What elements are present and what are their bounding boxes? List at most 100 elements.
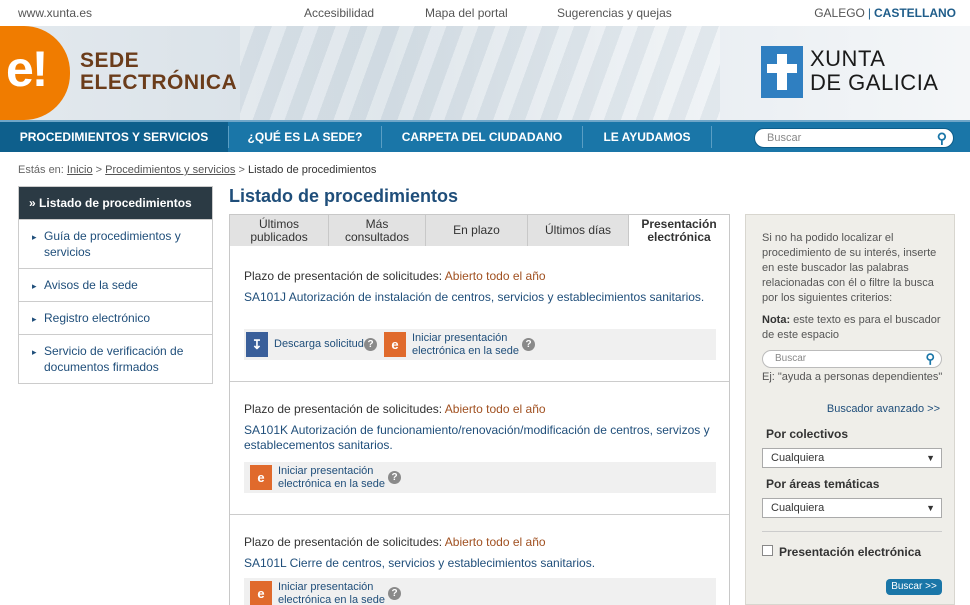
list-item: Plazo de presentación de solicitudes: Ab…: [230, 382, 729, 515]
sidebar-item-guia[interactable]: ▸ Guía de procedimientos y servicios: [19, 219, 212, 268]
lang-galego-link[interactable]: GALEGO: [814, 6, 865, 20]
checkbox-label[interactable]: Presentación electrónica: [779, 545, 921, 559]
search-help-text: Si no ha podido localizar el procedimien…: [762, 232, 937, 304]
logo-line2: ELECTRÓNICA: [80, 71, 238, 94]
tab-label: consultados: [344, 229, 410, 244]
header-banner: e! SEDE ELECTRÓNICA XUNTA DE GALICIA: [0, 26, 970, 120]
tab-label: En plazo: [453, 223, 500, 237]
sidebar-item-label: Registro electrónico: [44, 311, 151, 325]
note-label: Nota:: [762, 314, 791, 326]
help-icon[interactable]: ?: [388, 471, 401, 484]
panel-divider: [762, 531, 942, 532]
actions-bar: e Iniciar presentación electrónica en la …: [244, 462, 716, 493]
header-decoration: [240, 26, 720, 120]
iniciar-line1: Iniciar presentación: [278, 580, 374, 593]
iniciar-line2: electrónica en la sede: [278, 593, 386, 605]
sidebar-item-label: Avisos de la sede: [44, 278, 138, 292]
iniciar-line2: electrónica en la sede: [278, 477, 386, 490]
help-icon[interactable]: ?: [364, 338, 377, 351]
iniciar-presentacion-button[interactable]: e Iniciar presentación electrónica en la …: [250, 465, 385, 490]
nav-carpeta-ciudadano[interactable]: CARPETA DEL CIUDADANO: [382, 122, 582, 152]
sidebar-item-registro[interactable]: ▸ Registro electrónico: [19, 301, 212, 334]
sidebar-item-verificacion[interactable]: ▸ Servicio de verificación de documentos…: [19, 334, 212, 383]
iniciar-presentacion-button[interactable]: e Iniciar presentación electrónica en la …: [384, 332, 519, 357]
sede-logo-icon[interactable]: e!: [0, 26, 70, 120]
page-title: Listado de procedimientos: [229, 186, 459, 206]
advanced-search-link[interactable]: Buscador avanzado >>: [827, 403, 940, 415]
colectivos-value: Cualquiera: [771, 452, 825, 464]
search-panel: Si no ha podido localizar el procedimien…: [745, 214, 955, 605]
descarga-solicitud-button[interactable]: ↧ Descarga solicitud: [246, 332, 364, 357]
sidebar-item-listado[interactable]: » Listado de procedimientos: [19, 187, 212, 219]
logo-mark: e!: [6, 41, 48, 97]
tab-label: publicados: [250, 229, 308, 244]
sugerencias-link[interactable]: Sugerencias y quejas: [557, 6, 672, 20]
actions-bar: ↧ Descarga solicitud ? e Iniciar present…: [244, 329, 716, 360]
sede-logo-text[interactable]: SEDE ELECTRÓNICA: [80, 50, 237, 94]
iniciar-line1: Iniciar presentación: [278, 464, 374, 477]
tab-bar: Últimos publicados Más consultados En plaz…: [229, 214, 730, 247]
iniciar-presentacion-button[interactable]: e Iniciar presentación electrónica en la …: [250, 581, 385, 605]
mapa-portal-link[interactable]: Mapa del portal: [425, 6, 508, 20]
iniciar-label: Iniciar presentación electrónica en la se…: [278, 465, 385, 491]
areas-select[interactable]: Cualquiera ▼: [762, 498, 942, 518]
help-icon[interactable]: ?: [388, 587, 401, 600]
dropdown-arrow-icon: ▼: [926, 453, 935, 463]
actions-bar: e Iniciar presentación electrónica en la …: [244, 578, 716, 605]
procedure-link[interactable]: SA101J Autorización de instalación de ce…: [244, 290, 724, 305]
nav-procedimientos[interactable]: PROCEDIMIENTOS Y SERVICIOS: [0, 122, 228, 152]
procedure-link[interactable]: SA101L Cierre de centros, servicios y es…: [244, 556, 724, 571]
bullet-icon: ▸: [32, 314, 37, 324]
double-chevron-icon: »: [29, 196, 36, 210]
panel-search-input[interactable]: Buscar ⚲: [762, 350, 942, 368]
tab-presentacion-electronica[interactable]: Presentación electrónica: [628, 214, 730, 247]
search-icon[interactable]: ⚲: [925, 351, 935, 367]
plazo-text: Plazo de presentación de solicitudes: Ab…: [244, 269, 546, 283]
areas-value: Cualquiera: [771, 502, 825, 514]
xunta-line1: XUNTA: [810, 46, 886, 71]
plazo-text: Plazo de presentación de solicitudes: Ab…: [244, 535, 546, 549]
nav-search-input[interactable]: Buscar ⚲: [754, 128, 954, 148]
plazo-label: Plazo de presentación de solicitudes:: [244, 269, 443, 283]
sidebar-item-label: Guía de procedimientos y servicios: [44, 229, 181, 259]
lang-separator: |: [867, 6, 871, 20]
xunta-shield-icon[interactable]: [761, 46, 803, 98]
search-example: Ej: "ayuda a personas dependientes": [762, 371, 943, 383]
breadcrumb-prefix: Estás en:: [18, 164, 64, 176]
iniciar-label: Iniciar presentación electrónica en la se…: [278, 581, 385, 605]
tab-en-plazo[interactable]: En plazo: [425, 214, 528, 247]
bullet-icon: ▸: [32, 281, 37, 291]
tab-ultimos-dias[interactable]: Últimos días: [527, 214, 629, 247]
help-icon[interactable]: ?: [522, 338, 535, 351]
bullet-icon: ▸: [32, 232, 37, 242]
tab-ultimos-publicados[interactable]: Últimos publicados: [229, 214, 329, 247]
colectivos-select[interactable]: Cualquiera ▼: [762, 448, 942, 468]
tab-label: Últimos: [258, 216, 299, 231]
dropdown-arrow-icon: ▼: [926, 503, 935, 513]
iniciar-label: Iniciar presentación electrónica en la se…: [412, 332, 519, 358]
procedure-link[interactable]: SA101K Autorización de funcionamiento/re…: [244, 423, 724, 453]
search-icon[interactable]: ⚲: [937, 130, 947, 147]
plazo-value: Abierto todo el año: [444, 535, 546, 549]
breadcrumb-procedimientos[interactable]: Procedimientos y servicios: [105, 164, 235, 176]
plazo-label: Plazo de presentación de solicitudes:: [244, 402, 443, 416]
e-document-icon: e: [250, 581, 272, 605]
nav-le-ayudamos[interactable]: LE AYUDAMOS: [583, 122, 711, 152]
breadcrumb-inicio[interactable]: Inicio: [67, 164, 93, 176]
accesibilidad-link[interactable]: Accesibilidad: [304, 6, 374, 20]
buscar-button[interactable]: Buscar >>: [886, 579, 942, 595]
sidebar-item-avisos[interactable]: ▸ Avisos de la sede: [19, 268, 212, 301]
breadcrumb-sep: >: [238, 164, 245, 176]
nav-search-placeholder: Buscar: [767, 132, 802, 144]
tab-mas-consultados[interactable]: Más consultados: [328, 214, 426, 247]
language-switch: GALEGO | CASTELLANO: [814, 6, 956, 20]
list-item: Plazo de presentación de solicitudes: Ab…: [230, 515, 729, 605]
site-link[interactable]: www.xunta.es: [18, 6, 92, 20]
presentacion-electronica-checkbox[interactable]: [762, 545, 773, 556]
sidebar-item-label: Servicio de verificación de documentos f…: [44, 344, 184, 374]
xunta-logo-text[interactable]: XUNTA DE GALICIA: [810, 47, 938, 95]
tab-label: Presentación: [641, 216, 717, 231]
list-item: Plazo de presentación de solicitudes: Ab…: [230, 246, 729, 382]
lang-castellano-link[interactable]: CASTELLANO: [874, 6, 956, 20]
nav-que-es-la-sede[interactable]: ¿QUÉ ES LA SEDE?: [229, 122, 381, 152]
